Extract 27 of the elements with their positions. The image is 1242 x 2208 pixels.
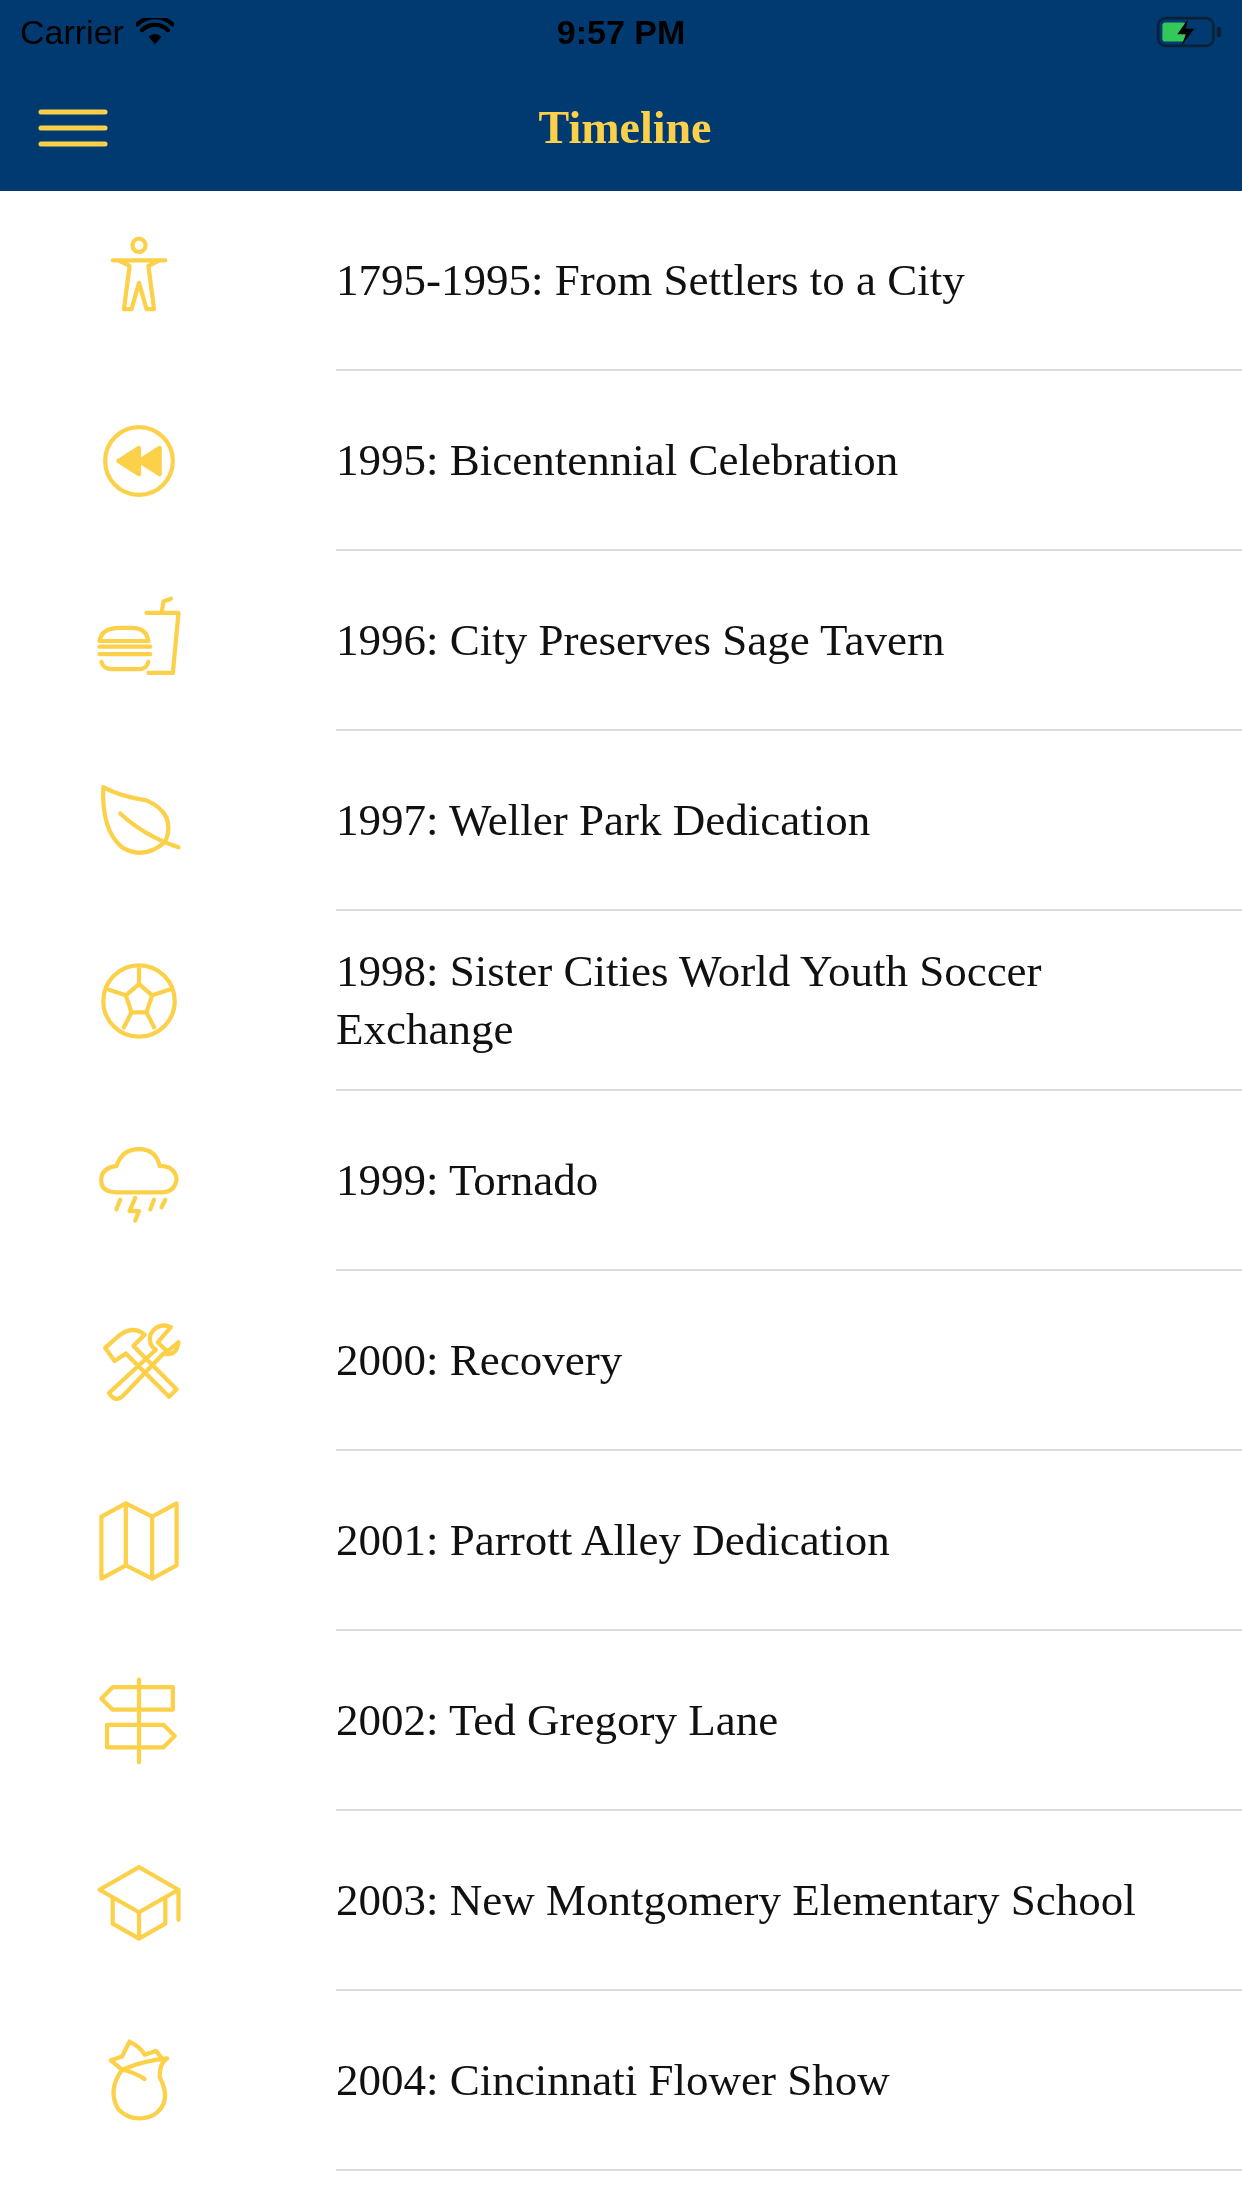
row-title: 1795-1995: From Settlers to a City — [336, 191, 1242, 371]
row-title: 1999: Tornado — [336, 1091, 1242, 1271]
timeline-row[interactable]: 1998: Sister Cities World Youth Soccer Exchange — [0, 911, 1242, 1091]
timeline-row[interactable]: 2001: Parrott Alley Dedication — [0, 1451, 1242, 1631]
row-title: 1996: City Preserves Sage Tavern — [336, 551, 1242, 731]
timeline-row[interactable]: 1795-1995: From Settlers to a City — [0, 191, 1242, 371]
timeline-row[interactable]: 1995: Bicentennial Celebration — [0, 371, 1242, 551]
row-title: 2000: Recovery — [336, 1271, 1242, 1451]
row-title: 1995: Bicentennial Celebration — [336, 371, 1242, 551]
row-title: 2001: Parrott Alley Dedication — [336, 1451, 1242, 1631]
timeline-row[interactable]: 2002: Ted Gregory Lane — [0, 1631, 1242, 1811]
timeline-row[interactable]: 1999: Tornado — [0, 1091, 1242, 1271]
clock-time: 9:57 PM — [556, 12, 686, 52]
row-title: 1998: Sister Cities World Youth Soccer Exchange — [336, 911, 1242, 1091]
row-title: 2003: New Montgomery Elementary School — [336, 1811, 1242, 1991]
row-title: 2004: Cincinnati Flower Show — [336, 1991, 1242, 2171]
carrier-label: Carrier — [20, 12, 124, 52]
row-title: 1997: Weller Park Dedication — [336, 731, 1242, 911]
timeline-row[interactable]: 1996: City Preserves Sage Tavern — [0, 551, 1242, 731]
row-title: 2002: Ted Gregory Lane — [336, 1631, 1242, 1811]
menu-icon[interactable] — [38, 107, 108, 148]
screen-title: Timeline — [538, 101, 712, 154]
timeline-row[interactable]: 2003: New Montgomery Elementary School — [0, 1811, 1242, 1991]
timeline-row[interactable]: 1997: Weller Park Dedication — [0, 731, 1242, 911]
timeline-row[interactable]: 2000: Recovery — [0, 1271, 1242, 1451]
timeline-row[interactable]: 2004: Cincinnati Flower Show — [0, 1991, 1242, 2171]
wifi-icon — [135, 18, 174, 46]
